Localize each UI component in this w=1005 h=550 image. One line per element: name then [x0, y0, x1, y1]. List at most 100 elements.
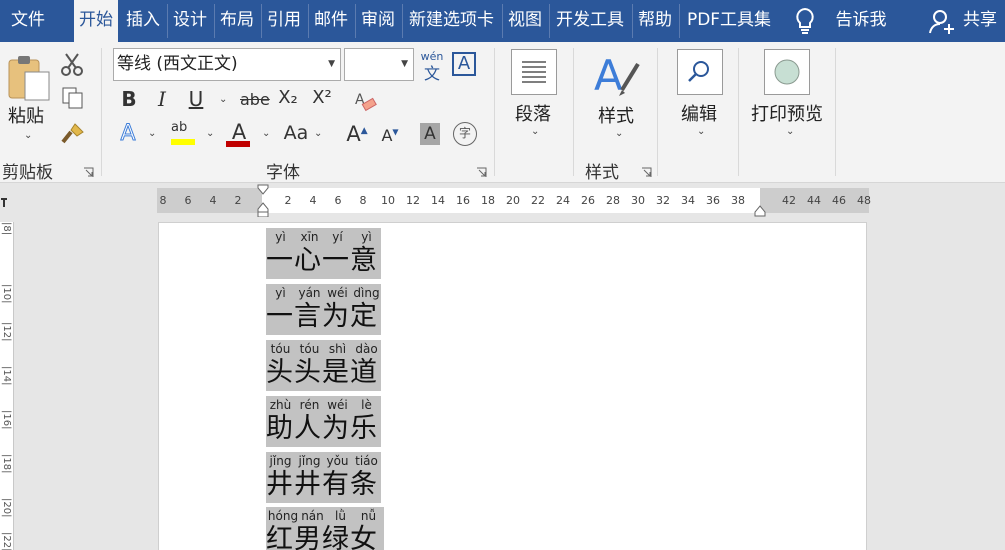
change-case-button[interactable]: Aa: [282, 122, 310, 144]
pinyin: hóng: [267, 509, 299, 523]
idiom-text: 红男绿女: [266, 524, 378, 550]
styles-button[interactable]: 样式: [598, 102, 634, 128]
ruler-number: 2: [234, 194, 242, 207]
pinyin: yì: [275, 230, 286, 244]
editing-dropdown-icon[interactable]: ⌄: [697, 126, 705, 137]
tab-new-tab[interactable]: 新建选项卡: [403, 0, 500, 42]
paragraph-button[interactable]: 段落: [515, 100, 551, 126]
phonetic-guide-button[interactable]: 文: [420, 60, 444, 84]
horizontal-ruler[interactable]: 8 6 4 2 2 4 6 8 10 12 14 16 18 20 22 24 …: [157, 184, 871, 218]
styles-launcher-icon[interactable]: [641, 163, 652, 177]
share-user-icon[interactable]: [929, 9, 955, 35]
underline-dropdown-icon[interactable]: ⌄: [219, 94, 227, 105]
superscript-button[interactable]: X²: [311, 87, 333, 108]
share-button[interactable]: 共享: [958, 0, 1002, 42]
grow-font-button[interactable]: A▲: [345, 122, 369, 146]
ruler-number: 4: [209, 194, 217, 207]
editing-button[interactable]: 编辑: [681, 100, 717, 126]
underline-button[interactable]: U: [186, 87, 206, 111]
pinyin: wéi: [327, 286, 348, 300]
cut-icon[interactable]: [60, 52, 84, 76]
pinyin: zhù: [269, 398, 292, 412]
bold-button[interactable]: B: [119, 87, 139, 111]
format-painter-icon[interactable]: [61, 122, 85, 146]
highlight-button[interactable]: ab: [171, 120, 197, 146]
pinyin: wéi: [327, 398, 348, 412]
ruler-number: 48: [857, 194, 871, 207]
change-case-dropdown-icon[interactable]: ⌄: [314, 128, 322, 139]
tab-design[interactable]: 设计: [168, 0, 212, 42]
idiom-block[interactable]: yì yán wéi dìng 一言为定: [266, 284, 381, 335]
tab-help[interactable]: 帮助: [633, 0, 677, 42]
idiom-block[interactable]: tóu tóu shì dào 头头是道: [266, 340, 381, 391]
tab-pdf-tools[interactable]: PDF工具集: [681, 0, 777, 42]
tab-mailings[interactable]: 邮件: [309, 0, 353, 42]
lightbulb-icon[interactable]: [793, 6, 817, 36]
tab-selector-icon[interactable]: [0, 191, 8, 209]
word-window: 文件 开始 插入 设计 布局 引用 邮件 审阅 新建选项卡 视图 开发工具 帮助…: [0, 0, 1005, 550]
document-page[interactable]: yì xīn yí yì 一心一意 yì yán wéi dìng 一言为定 t…: [158, 222, 867, 550]
find-icon[interactable]: [677, 49, 723, 95]
group-divider: [494, 48, 495, 176]
tab-file[interactable]: 文件: [0, 0, 56, 42]
print-preview-icon[interactable]: [764, 49, 810, 95]
shrink-font-label: A: [381, 126, 393, 145]
tab-developer[interactable]: 开发工具: [550, 0, 630, 42]
tab-review[interactable]: 审阅: [356, 0, 400, 42]
font-color-button[interactable]: A: [226, 120, 252, 148]
paste-icon[interactable]: [7, 54, 51, 102]
idiom-text: 井井有条: [266, 469, 378, 500]
ruler-number: 22: [531, 194, 545, 207]
text-effects-button[interactable]: A: [117, 121, 139, 147]
print-preview-button[interactable]: 打印预览: [751, 100, 823, 126]
vertical-ruler[interactable]: |8| |10| |12| |14| |16| |18| |20| |22|: [0, 222, 14, 550]
idiom-block[interactable]: jǐng jǐng yǒu tiáo 井井有条: [266, 452, 381, 503]
styles-dropdown-icon[interactable]: ⌄: [615, 128, 623, 139]
print-preview-dropdown-icon[interactable]: ⌄: [786, 126, 794, 137]
font-name-select[interactable]: 等线 (西文正文) ▼: [113, 48, 341, 81]
paragraph-icon[interactable]: [511, 49, 557, 95]
tab-divider: [679, 4, 680, 38]
indent-marker-icon[interactable]: [257, 184, 269, 218]
styles-icon[interactable]: A: [592, 50, 642, 100]
pinyin: yì: [275, 286, 286, 300]
idiom-block[interactable]: zhù rén wéi lè 助人为乐: [266, 396, 381, 447]
clear-formatting-icon[interactable]: A: [353, 89, 377, 113]
character-shading-button[interactable]: A: [420, 123, 440, 145]
pinyin: tóu: [270, 342, 291, 356]
strikethrough-button[interactable]: abe: [240, 90, 270, 109]
highlight-dropdown-icon[interactable]: ⌄: [206, 128, 214, 139]
character-border-button[interactable]: A: [452, 52, 476, 76]
subscript-button[interactable]: X₂: [277, 87, 299, 108]
pinyin: jǐng: [269, 454, 292, 468]
idiom-block[interactable]: hóng nán lǜ nǚ 红男绿女: [266, 507, 384, 550]
copy-icon[interactable]: [61, 86, 85, 110]
font-launcher-icon[interactable]: [476, 163, 487, 177]
shrink-font-button[interactable]: A▼: [378, 126, 402, 145]
text-effects-dropdown-icon[interactable]: ⌄: [148, 128, 156, 139]
ruler-number: 30: [631, 194, 645, 207]
tab-references[interactable]: 引用: [262, 0, 306, 42]
ruler-number: |22|: [1, 532, 12, 550]
idiom-block[interactable]: yì xīn yí yì 一心一意: [266, 228, 381, 279]
ruler-number: |12|: [1, 322, 12, 342]
ruler-number: |10|: [1, 284, 12, 304]
paragraph-dropdown-icon[interactable]: ⌄: [531, 126, 539, 137]
tab-layout[interactable]: 布局: [215, 0, 259, 42]
enclose-characters-button[interactable]: 字: [453, 122, 477, 146]
paste-button[interactable]: 粘贴: [8, 102, 44, 128]
italic-button[interactable]: I: [152, 87, 172, 111]
pinyin: tóu: [299, 342, 320, 356]
tell-me-box[interactable]: 告诉我: [830, 0, 892, 42]
tab-insert[interactable]: 插入: [121, 0, 165, 42]
idiom-text: 一心一意: [266, 245, 378, 276]
font-size-select[interactable]: ▼: [344, 48, 414, 81]
tab-home[interactable]: 开始: [74, 0, 118, 42]
paste-dropdown-icon[interactable]: ⌄: [24, 130, 32, 141]
font-color-dropdown-icon[interactable]: ⌄: [262, 128, 270, 139]
ruler-number: 6: [334, 194, 342, 207]
ruler-number: 38: [731, 194, 745, 207]
right-indent-marker-icon[interactable]: [754, 202, 766, 217]
clipboard-launcher-icon[interactable]: [83, 163, 94, 177]
tab-view[interactable]: 视图: [503, 0, 547, 42]
